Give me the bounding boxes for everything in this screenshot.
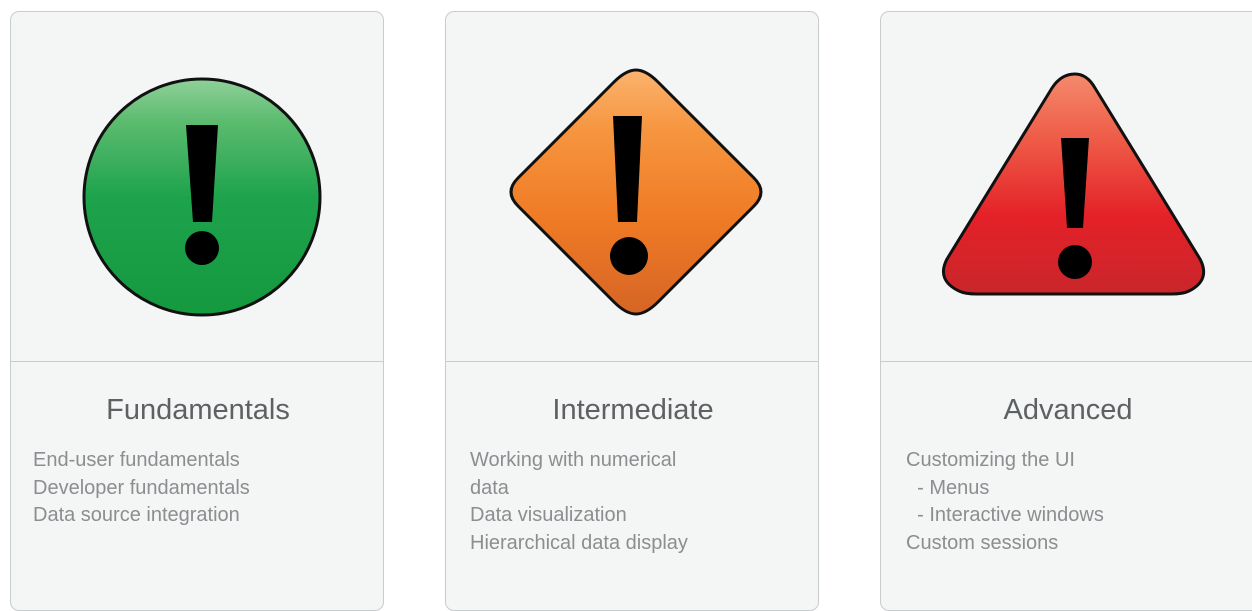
card-icon-area — [446, 12, 818, 362]
topic-item: - Menus — [906, 476, 990, 499]
course-card-fundamentals[interactable]: Fundamentals End-user fundamentals Devel… — [10, 11, 384, 611]
card-title: Fundamentals — [106, 394, 290, 426]
course-card-intermediate[interactable]: Intermediate Working with numerical data… — [445, 11, 819, 611]
topic-item: Data source integration — [33, 504, 240, 526]
topic-item: Custom sessions — [906, 531, 1059, 554]
topic-list: End-user fundamentals Developer fundamen… — [33, 447, 333, 530]
topic-item: Hierarchical data display — [470, 531, 688, 554]
topic-item: Developer fundamentals — [33, 476, 250, 499]
topic-item: End-user fundamentals — [33, 449, 240, 471]
card-icon-area — [881, 12, 1252, 362]
green-circle-warning-icon — [82, 77, 322, 317]
topic-item: Working with numerical — [470, 449, 677, 471]
topic-item: Customizing the UI — [906, 449, 1075, 471]
orange-diamond-warning-icon — [509, 68, 763, 316]
card-title: Advanced — [1003, 394, 1133, 426]
topic-list: Customizing the UI - Menus - Interactive… — [906, 447, 1206, 557]
topic-item: - Interactive windows — [906, 504, 1104, 526]
red-triangle-warning-icon — [942, 72, 1206, 296]
topic-item: Data visualization — [470, 504, 627, 526]
course-card-advanced[interactable]: Advanced Customizing the UI - Menus - In… — [880, 11, 1252, 611]
topic-list: Working with numerical data Data visuali… — [470, 447, 770, 557]
card-title: Intermediate — [552, 394, 714, 426]
card-icon-area — [11, 12, 383, 362]
topic-item: data — [470, 476, 509, 499]
